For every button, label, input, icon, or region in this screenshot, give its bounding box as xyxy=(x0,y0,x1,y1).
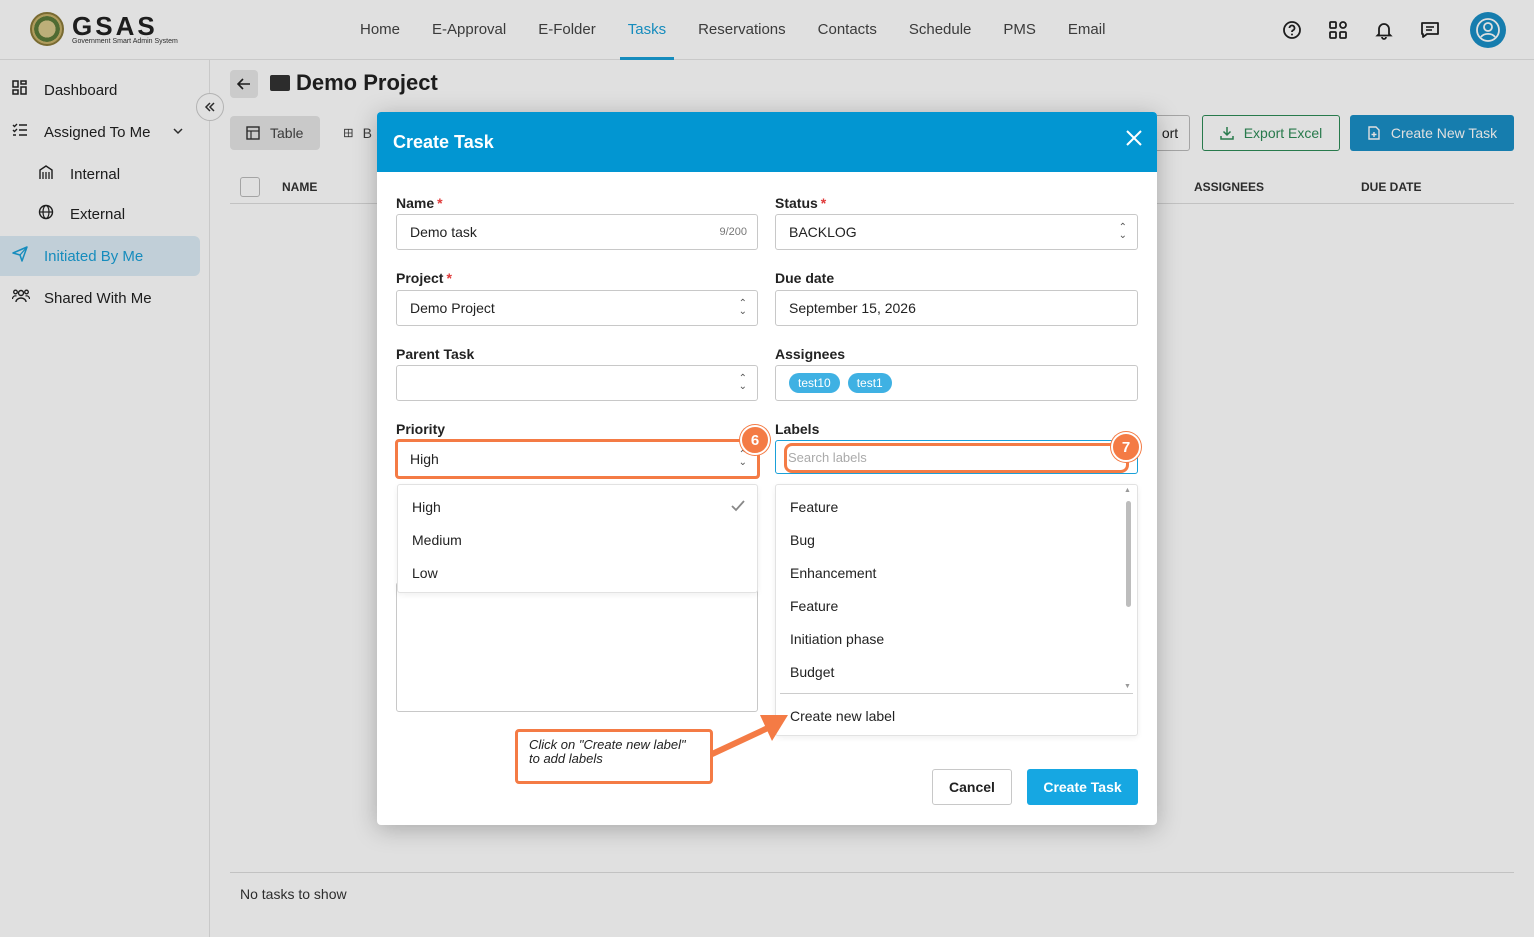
project-value: Demo Project xyxy=(410,300,495,316)
labels-scrollbar[interactable]: ▲ ▼ xyxy=(1124,487,1131,690)
select-arrows-icon: ⌃ ⌄ xyxy=(738,373,747,392)
project-select[interactable]: Demo Project ⌃ ⌄ xyxy=(396,290,758,326)
dialog-title: Create Task xyxy=(393,132,494,152)
char-counter: 9/200 xyxy=(719,226,747,238)
check-icon xyxy=(731,499,745,515)
name-input[interactable]: Demo task 9/200 xyxy=(396,214,758,250)
parent-task-select[interactable]: ⌃ ⌄ xyxy=(396,365,758,401)
scroll-down-icon[interactable]: ▼ xyxy=(1124,683,1131,690)
callout-text-line2: to add labels xyxy=(529,751,603,766)
label-option[interactable]: Budget xyxy=(790,664,834,680)
select-arrows-icon: ⌃ ⌄ xyxy=(1118,222,1127,241)
assignees-input[interactable]: test10 test1 xyxy=(775,365,1138,401)
priority-option-high[interactable]: High xyxy=(412,499,441,515)
label-option[interactable]: Initiation phase xyxy=(790,631,884,647)
divider xyxy=(780,693,1133,694)
status-label: Status * xyxy=(775,195,827,211)
description-textarea[interactable] xyxy=(396,582,758,712)
dialog-header: Create Task xyxy=(377,112,1157,172)
label-option[interactable]: Enhancement xyxy=(790,565,876,581)
due-date-label: Due date xyxy=(775,270,835,286)
scroll-thumb[interactable] xyxy=(1126,501,1131,607)
priority-option-medium[interactable]: Medium xyxy=(412,532,462,548)
name-label: Name * xyxy=(396,195,443,211)
highlight-priority xyxy=(395,439,760,479)
priority-option-low[interactable]: Low xyxy=(412,565,438,581)
create-new-label-option[interactable]: Create new label xyxy=(790,708,895,724)
label-option[interactable]: Feature xyxy=(790,598,838,614)
parent-task-label: Parent Task xyxy=(396,346,475,362)
due-date-input[interactable]: September 15, 2026 xyxy=(775,290,1138,326)
create-task-button[interactable]: Create Task xyxy=(1027,769,1138,805)
annotation-callout: Click on "Create new label" to add label… xyxy=(515,729,713,784)
scroll-up-icon[interactable]: ▲ xyxy=(1124,487,1131,494)
select-arrows-icon: ⌃ ⌄ xyxy=(738,298,747,317)
cancel-button[interactable]: Cancel xyxy=(932,769,1012,805)
annotation-arrow-icon xyxy=(707,715,788,758)
close-icon[interactable] xyxy=(1125,128,1143,152)
labels-label: Labels xyxy=(775,421,820,437)
name-value: Demo task xyxy=(410,224,477,240)
labels-dropdown: Feature Bug Enhancement Feature Initiati… xyxy=(775,484,1138,736)
assignee-chip[interactable]: test10 xyxy=(789,373,840,393)
assignee-chip[interactable]: test1 xyxy=(847,373,892,393)
status-select[interactable]: BACKLOG ⌃ ⌄ xyxy=(775,214,1138,250)
step-badge-6: 6 xyxy=(740,425,770,455)
step-badge-7: 7 xyxy=(1111,432,1141,462)
status-value: BACKLOG xyxy=(789,224,857,240)
project-label: Project * xyxy=(396,270,452,286)
due-date-value: September 15, 2026 xyxy=(789,300,916,316)
highlight-labels-search xyxy=(784,443,1129,473)
priority-dropdown: High Medium Low xyxy=(397,484,758,593)
label-option[interactable]: Bug xyxy=(790,532,815,548)
label-option[interactable]: Feature xyxy=(790,499,838,515)
app-root: GSAS Government Smart Admin System Home … xyxy=(0,0,1534,937)
callout-text-line1: Click on "Create new label" xyxy=(529,737,686,752)
priority-label: Priority xyxy=(396,421,446,437)
assignees-label: Assignees xyxy=(775,346,846,362)
